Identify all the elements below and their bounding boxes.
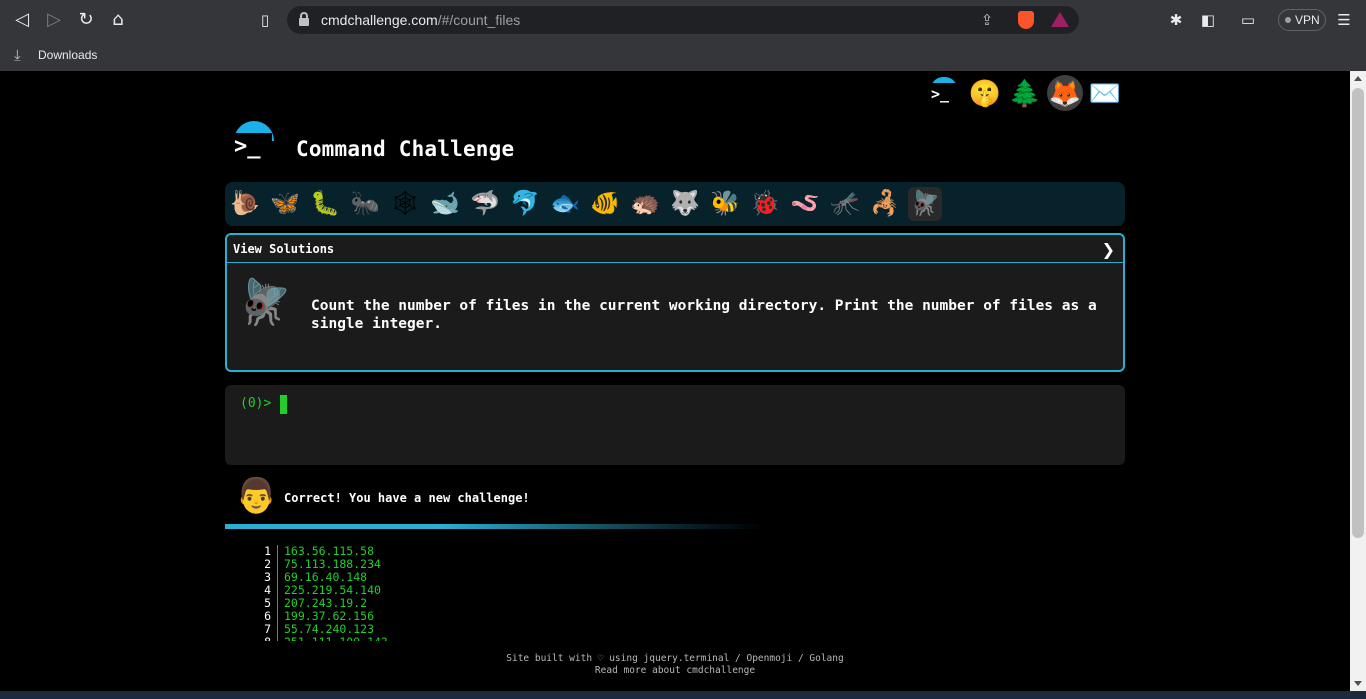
back-icon[interactable]: ◁	[10, 8, 34, 32]
brave-shields-icon[interactable]	[1018, 11, 1034, 29]
footer-credits: Site built with ♡ using jquery.terminal …	[506, 653, 844, 664]
line-number: 8	[249, 636, 271, 642]
bookmark-downloads[interactable]: ⤓ Downloads	[12, 44, 97, 66]
line-separator	[277, 571, 278, 584]
fish-icon[interactable]: 🐟	[548, 187, 582, 221]
challenge-description: Count the number of files in the current…	[311, 298, 1097, 332]
footer-about-link[interactable]: Read more about cmdchallenge	[425, 665, 925, 677]
whale-icon[interactable]: 🐋	[428, 187, 462, 221]
forward-icon[interactable]: ▷	[42, 8, 66, 32]
challenge-panel: View Solutions ❯ 🪰 Count the number of f…	[225, 233, 1125, 372]
terminal[interactable]: (0)>	[225, 385, 1125, 465]
ip-address: 251.111.109.143	[284, 636, 388, 642]
line-separator	[277, 597, 278, 610]
chevron-right-icon[interactable]: ❯	[1102, 240, 1115, 259]
mosquito-icon[interactable]: 🦟	[828, 187, 862, 221]
ladybug-icon[interactable]: 🐞	[748, 187, 782, 221]
browser-chrome: ◁ ▷ ↻ ⌂ ▯ cmdchallenge.com/#/count_files…	[0, 0, 1366, 71]
hedgehog-icon[interactable]: 🦔	[628, 187, 662, 221]
extensions-icon[interactable]: ✱	[1165, 9, 1187, 31]
fly-icon: 🪰	[237, 278, 292, 327]
site-title: Command Challenge	[296, 137, 515, 161]
gitlab-icon[interactable]: 🦊	[1047, 75, 1083, 111]
challenge-nav: 🐌 🦋 🐛 🐜 🕸 🐋 🦈 🐬 🐟 🐠 🦔 🐺 🐝 🐞 🪱 🦟 🦂 🪰	[225, 182, 1125, 226]
person-icon: 👨	[235, 477, 278, 515]
tropical-fish-icon[interactable]: 🐠	[588, 187, 622, 221]
shark-icon[interactable]: 🦈	[468, 187, 502, 221]
home-icon[interactable]: ⌂	[106, 8, 130, 32]
view-solutions-label: View Solutions	[233, 242, 335, 256]
bookmark-label: Downloads	[38, 48, 98, 62]
address-bar[interactable]: cmdchallenge.com/#/count_files ⇪	[287, 6, 1079, 34]
terminal-prompt: (0)>	[240, 396, 272, 411]
page-scrollbar[interactable]	[1350, 71, 1366, 691]
fly-icon[interactable]: 🪰	[908, 187, 942, 221]
shushing-face-icon[interactable]: 🤫	[967, 75, 1003, 111]
line-separator	[277, 545, 278, 558]
page-content: >_ 🤫 🌲 🦊 ✉️ >_ Command Challenge 🐌 🦋 🐛 🐜 🕸 🐋 🦈…	[0, 71, 1350, 691]
vpn-status-dot	[1285, 17, 1291, 23]
caterpillar-icon[interactable]: 🐛	[308, 187, 342, 221]
wallet-icon[interactable]: ▭	[1237, 9, 1259, 31]
scorpion-icon[interactable]: 🦂	[868, 187, 902, 221]
terminal-umbrella-icon[interactable]: >_	[925, 75, 961, 111]
ant-icon[interactable]: 🐜	[348, 187, 382, 221]
site-logo[interactable]: >_	[230, 121, 278, 163]
dolphin-icon[interactable]: 🐬	[508, 187, 542, 221]
result-divider	[225, 524, 765, 529]
worm-icon[interactable]: 🪱	[788, 187, 822, 221]
taskbar-strip	[0, 691, 1366, 699]
logo-prompt-icon: >_	[234, 133, 272, 161]
share-icon[interactable]: ⇪	[977, 10, 997, 30]
brave-rewards-icon[interactable]	[1051, 12, 1069, 27]
scrollbar-thumb[interactable]	[1352, 88, 1364, 538]
vpn-label: VPN	[1295, 13, 1320, 27]
scroll-up-icon[interactable]	[1354, 76, 1362, 81]
result-message-row: 👨 Correct! You have a new challenge!	[225, 474, 1125, 520]
butterfly-icon[interactable]: 🦋	[268, 187, 302, 221]
lock-icon	[299, 12, 309, 26]
reload-icon[interactable]: ↻	[74, 8, 98, 32]
menu-icon[interactable]: ☰	[1333, 9, 1355, 31]
site-footer: Site built with ♡ using jquery.terminal …	[425, 653, 925, 677]
result-message: Correct! You have a new challenge!	[284, 491, 530, 505]
vpn-button[interactable]: VPN	[1278, 9, 1326, 31]
address-url[interactable]: cmdchallenge.com/#/count_files	[321, 12, 520, 28]
envelope-icon[interactable]: ✉️	[1087, 75, 1123, 111]
bookmark-icon[interactable]: ▯	[253, 8, 277, 32]
command-output: 1 163.56.115.58 2 75.113.188.234 3 69.16.40.1…	[225, 545, 625, 641]
terminal-cursor[interactable]	[280, 395, 287, 414]
sidebar-icon[interactable]: ◧	[1197, 9, 1219, 31]
line-separator	[277, 558, 278, 571]
url-host: cmdchallenge.com	[321, 12, 438, 28]
line-separator	[277, 636, 278, 641]
bookmarks-bar: ⤓ Downloads	[0, 40, 1366, 71]
snail-icon[interactable]: 🐌	[228, 187, 262, 221]
line-separator	[277, 610, 278, 623]
download-icon: ⤓	[14, 46, 21, 64]
wolf-icon[interactable]: 🐺	[668, 187, 702, 221]
line-separator	[277, 584, 278, 597]
line-separator	[277, 623, 278, 636]
browser-toolbar: ◁ ▷ ↻ ⌂ ▯ cmdchallenge.com/#/count_files…	[0, 0, 1366, 40]
tree-icon[interactable]: 🌲	[1007, 75, 1043, 111]
scroll-down-icon[interactable]	[1354, 681, 1362, 686]
url-path: /#/count_files	[437, 12, 521, 28]
output-line: 8 251.111.109.143	[225, 636, 625, 641]
view-solutions-toggle[interactable]: View Solutions ❯	[227, 235, 1123, 263]
spider-web-icon[interactable]: 🕸	[388, 187, 422, 221]
bee-icon[interactable]: 🐝	[708, 187, 742, 221]
